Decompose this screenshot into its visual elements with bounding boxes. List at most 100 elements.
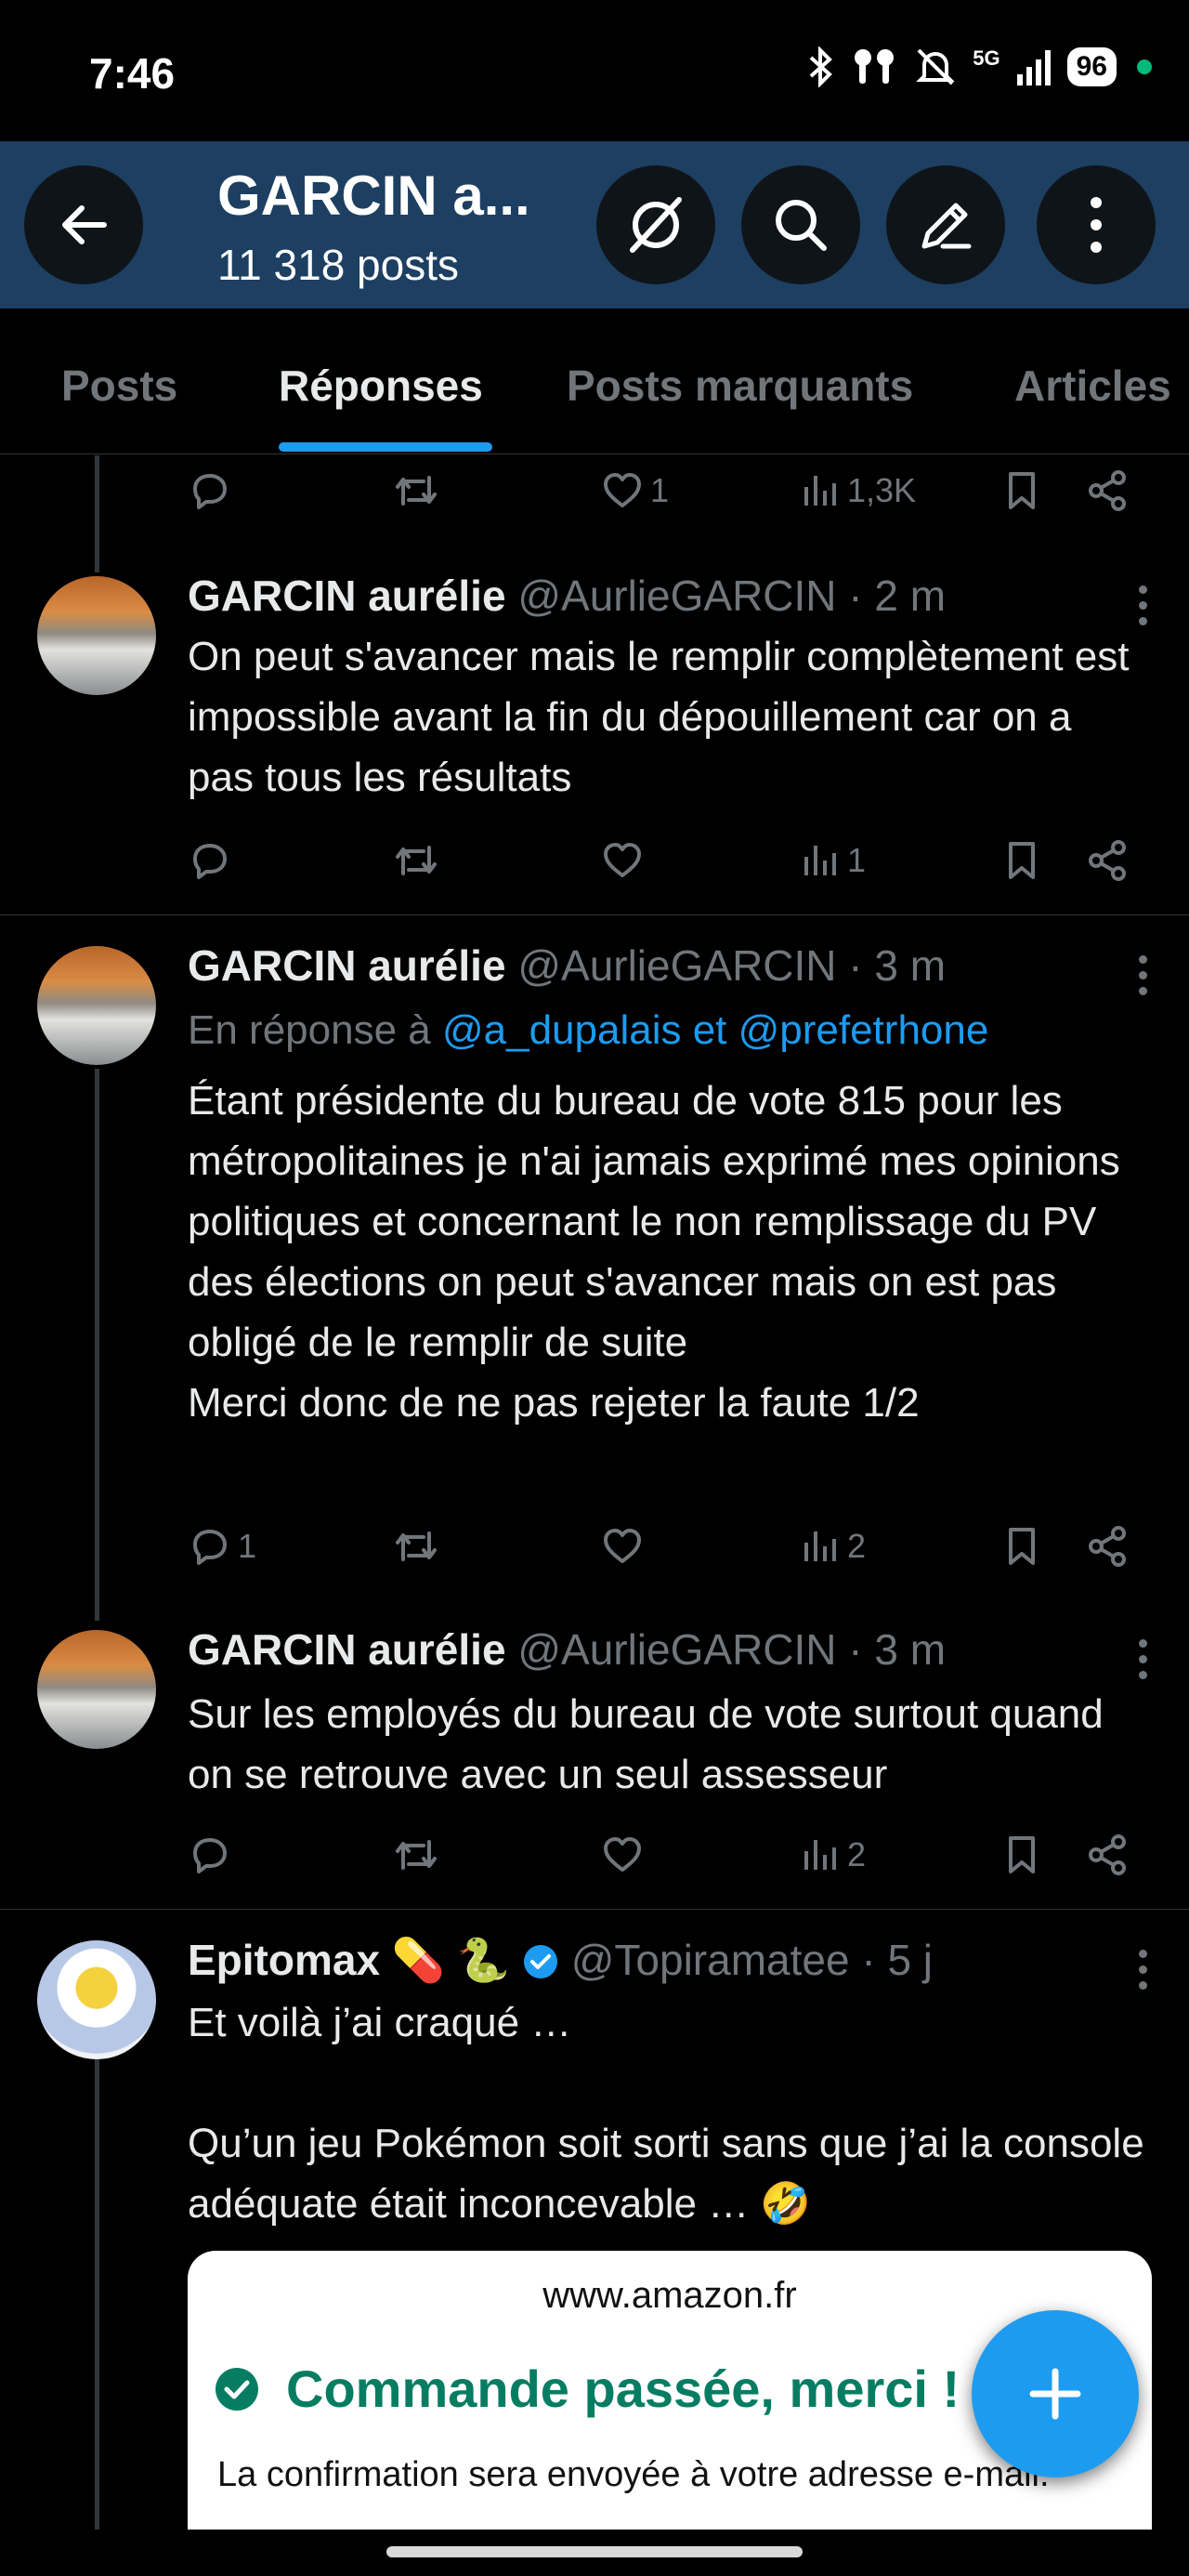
reply-button[interactable] xyxy=(188,833,238,888)
share-button[interactable] xyxy=(1085,463,1130,519)
tab-replies[interactable]: Réponses xyxy=(279,361,483,411)
tab-articles[interactable]: Articles xyxy=(1014,361,1171,411)
reply-button[interactable] xyxy=(188,1827,238,1883)
reply-context: En réponse à @a_dupalais et @prefetrhone xyxy=(188,1007,988,1054)
back-button[interactable] xyxy=(24,165,143,284)
views-icon xyxy=(804,1840,836,1870)
post-text: Et voilà j’ai craqué … Qu’un jeu Pokémon… xyxy=(188,2000,1144,2227)
post-time: · 5 j xyxy=(861,1936,934,1984)
repost-button[interactable] xyxy=(392,1827,446,1883)
post-time: · 3 m xyxy=(848,941,947,990)
repost-button[interactable] xyxy=(392,463,446,519)
share-icon xyxy=(1089,1834,1126,1875)
like-button[interactable]: 1 xyxy=(600,463,669,519)
post-count: 11 318 posts xyxy=(217,241,460,289)
post-text: Sur les employés du bureau de vote surto… xyxy=(188,1691,1104,1797)
bookmark-button[interactable] xyxy=(1001,1827,1042,1883)
profile-tabs: Posts Réponses Posts marquants Articles xyxy=(0,309,1189,454)
back-icon xyxy=(62,205,107,244)
share-button[interactable] xyxy=(1085,1827,1130,1883)
bookmark-button[interactable] xyxy=(1001,1518,1042,1574)
edit-button[interactable] xyxy=(886,165,1005,284)
post-actions: 1 1,3K xyxy=(188,463,1144,519)
views-button[interactable]: 2 xyxy=(801,1827,866,1883)
share-button[interactable] xyxy=(1085,833,1130,888)
views-button[interactable]: 1 xyxy=(801,833,866,888)
verified-badge-icon xyxy=(523,1945,557,1978)
avatar[interactable] xyxy=(37,576,156,695)
bookmark-button[interactable] xyxy=(1001,833,1042,888)
share-button[interactable] xyxy=(1085,1518,1130,1574)
post-more-icon[interactable] xyxy=(1139,585,1148,625)
author-handle: @AurlieGARCIN xyxy=(517,941,837,990)
battery-icon: 96 xyxy=(1066,47,1117,86)
repost-button[interactable] xyxy=(392,833,446,888)
post-author[interactable]: GARCIN aurélie @AurlieGARCIN · 3 m xyxy=(188,940,946,991)
reply-prefix: En réponse à xyxy=(188,1007,442,1053)
avatar[interactable] xyxy=(37,1940,156,2059)
post-author[interactable]: GARCIN aurélie @AurlieGARCIN · 2 m xyxy=(188,571,946,621)
views-button[interactable]: 2 xyxy=(801,1518,866,1574)
post-time: · 3 m xyxy=(848,1625,947,1674)
views-button[interactable]: 1,3K xyxy=(801,463,916,519)
post-more-icon[interactable] xyxy=(1139,955,1148,995)
thread-line xyxy=(95,1069,99,1621)
post-author[interactable]: GARCIN aurélie @AurlieGARCIN · 3 m xyxy=(188,1624,946,1675)
check-circle-icon xyxy=(216,2368,258,2411)
like-button[interactable] xyxy=(600,833,650,888)
home-indicator[interactable] xyxy=(386,2546,803,2557)
reply-icon xyxy=(193,474,227,509)
post-author[interactable]: Epitomax 💊 🐍 @Topiramatee · 5 j xyxy=(188,1935,933,1986)
profile-header: GARCIN a... 11 318 posts xyxy=(0,141,1189,309)
views-count: 2 xyxy=(847,1527,867,1565)
share-icon xyxy=(1089,470,1126,511)
card-confirmation-text: La confirmation sera envoyée à votre adr… xyxy=(217,2455,1050,2494)
bookmark-icon xyxy=(1009,842,1035,879)
reply-button[interactable] xyxy=(188,463,238,519)
heart-icon xyxy=(604,1529,641,1563)
share-icon xyxy=(1089,1526,1126,1567)
grok-button[interactable] xyxy=(596,165,715,284)
status-icons: 5G 96 xyxy=(807,46,1152,87)
plus-icon xyxy=(1029,2368,1081,2420)
reply-button[interactable]: 1 xyxy=(188,1518,256,1574)
status-time: 7:46 xyxy=(89,49,176,98)
post-more-icon[interactable] xyxy=(1139,1950,1148,1990)
like-button[interactable] xyxy=(600,1827,650,1883)
post-text: On peut s'avancer mais le remplir complè… xyxy=(188,634,1130,800)
bookmark-icon xyxy=(1009,1528,1035,1565)
reply-icon xyxy=(193,1530,227,1565)
more-options-button[interactable] xyxy=(1037,165,1156,284)
more-vertical-icon xyxy=(1091,197,1102,253)
grok-icon xyxy=(630,197,682,253)
post-actions: 2 xyxy=(188,1827,1144,1883)
privacy-indicator-dot xyxy=(1137,59,1152,74)
tab-posts[interactable]: Posts xyxy=(61,361,177,411)
like-count: 1 xyxy=(650,471,670,509)
avatar[interactable] xyxy=(37,946,156,1065)
repost-icon xyxy=(396,1531,437,1561)
repost-button[interactable] xyxy=(392,1518,446,1574)
bookmark-button[interactable] xyxy=(1001,463,1042,519)
repost-icon xyxy=(396,476,437,506)
like-button[interactable] xyxy=(600,1518,650,1574)
reply-mentions-link[interactable]: @a_dupalais et @prefetrhone xyxy=(442,1007,988,1053)
author-name: GARCIN aurélie xyxy=(188,572,506,620)
post-more-icon[interactable] xyxy=(1139,1639,1148,1679)
search-icon xyxy=(776,200,827,251)
views-icon xyxy=(804,476,836,506)
divider xyxy=(0,914,1189,915)
author-name: GARCIN aurélie xyxy=(188,941,506,990)
views-count: 1 xyxy=(847,841,867,879)
tab-highlights[interactable]: Posts marquants xyxy=(567,361,913,411)
compose-button[interactable] xyxy=(972,2310,1139,2477)
card-domain: www.amazon.fr xyxy=(542,2275,797,2316)
heart-icon xyxy=(604,473,641,507)
post-time: · 2 m xyxy=(848,572,947,620)
post-actions: 1 2 xyxy=(188,1518,1144,1574)
author-handle: @AurlieGARCIN xyxy=(517,1625,837,1674)
heart-icon xyxy=(604,1837,641,1872)
author-name: GARCIN aurélie xyxy=(188,1625,506,1674)
avatar[interactable] xyxy=(37,1630,156,1749)
search-button[interactable] xyxy=(741,165,860,284)
